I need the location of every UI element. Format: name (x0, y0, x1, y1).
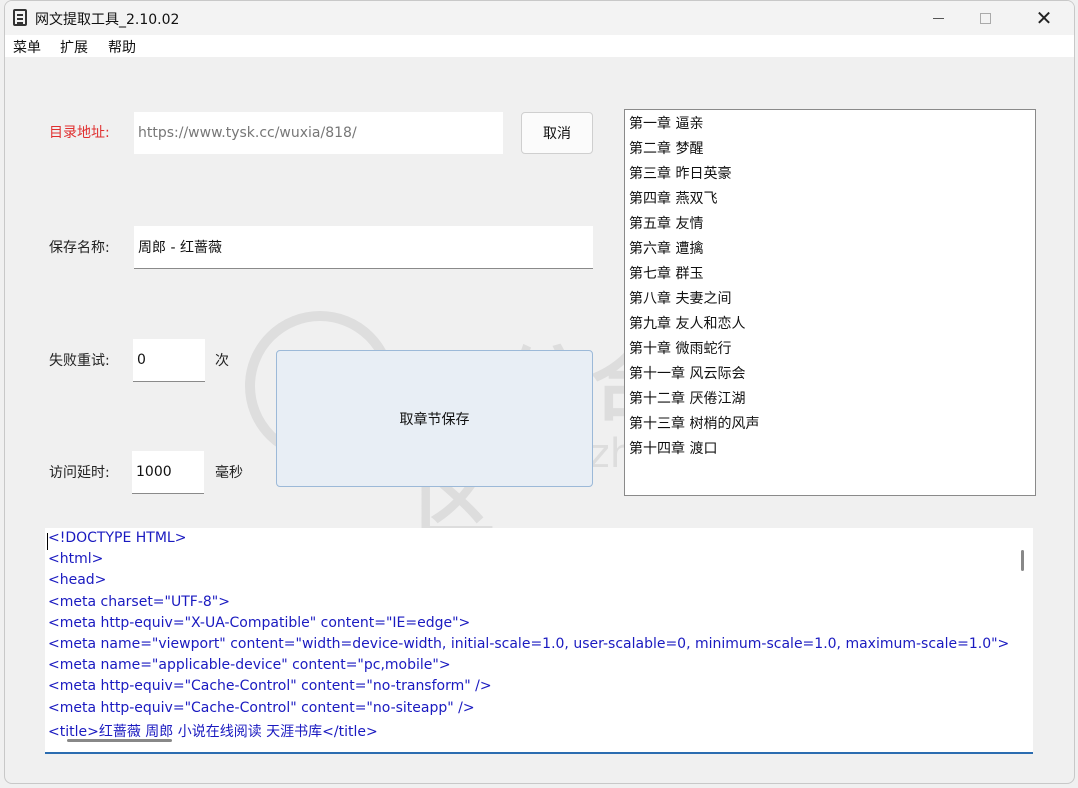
code-line: <title>红蔷薇 周郎 小说在线阅读 天涯书库</title> (48, 723, 378, 740)
maximize-icon (979, 12, 991, 24)
chapter-item[interactable]: 第四章 燕双飞 (625, 187, 1035, 212)
code-line: <meta charset="UTF-8"> (48, 593, 230, 610)
code-line: <!DOCTYPE HTML> (48, 530, 187, 546)
code-line: <meta http-equiv="Cache-Control" content… (48, 699, 475, 716)
chapter-item[interactable]: 第十四章 渡口 (625, 437, 1035, 462)
delay-unit: 毫秒 (215, 465, 243, 481)
title-bar: 网文提取工具_2.10.02 ✕ (5, 1, 1074, 35)
chapter-item[interactable]: 第六章 遭擒 (625, 237, 1035, 262)
horizontal-scrollbar[interactable] (67, 739, 172, 742)
code-line: <meta name="viewport" content="width=dev… (48, 636, 1010, 652)
code-line: <meta http-equiv="X-UA-Compatible" conte… (48, 614, 471, 631)
minimize-button[interactable] (915, 1, 961, 35)
delay-input[interactable]: 1000 (132, 451, 204, 494)
vertical-scrollbar[interactable] (1021, 550, 1024, 571)
app-window: 网文提取工具_2.10.02 ✕ 菜单 扩展 帮助 i3综合社区 www.i3z… (4, 0, 1075, 784)
retry-label: 失败重试: (49, 353, 110, 369)
menu-item-help[interactable]: 帮助 (108, 37, 136, 57)
chapter-item[interactable]: 第十一章 风云际会 (625, 362, 1035, 387)
chapter-item[interactable]: 第三章 昨日英豪 (625, 162, 1035, 187)
code-line: <meta http-equiv="Cache-Control" content… (48, 678, 492, 695)
text-caret (47, 533, 48, 550)
chapter-item[interactable]: 第二章 梦醒 (625, 137, 1035, 162)
app-icon (13, 9, 27, 26)
url-label: 目录地址: (49, 125, 110, 141)
menu-item-menu[interactable]: 菜单 (13, 37, 41, 57)
close-button[interactable]: ✕ (1021, 1, 1067, 35)
chapter-item[interactable]: 第十章 微雨蛇行 (625, 337, 1035, 362)
chapter-item[interactable]: 第五章 友情 (625, 212, 1035, 237)
chapter-list[interactable]: 第一章 逼亲 第二章 梦醒 第三章 昨日英豪 第四章 燕双飞 第五章 友情 第六章 遭擒第… (624, 109, 1036, 496)
code-line: <html> (48, 551, 104, 568)
delay-label: 访问延时: (49, 465, 110, 481)
url-input[interactable]: https://www.tysk.cc/wuxia/818/ (134, 112, 503, 154)
close-icon: ✕ (1035, 6, 1053, 30)
chapter-item[interactable]: 第七章 群玉 (625, 262, 1035, 287)
chapter-item[interactable]: 第一章 逼亲 (625, 112, 1035, 137)
save-name-label: 保存名称: (49, 240, 110, 256)
chapter-item[interactable]: 第八章 夫妻之间 (625, 287, 1035, 312)
menu-item-extend[interactable]: 扩展 (60, 37, 88, 57)
minimize-icon (932, 17, 944, 19)
cancel-button[interactable]: 取消 (521, 112, 593, 154)
retry-unit: 次 (215, 353, 229, 369)
code-line: <meta name="applicable-device" content="… (48, 657, 451, 674)
html-source-view[interactable]: <title>红蔷薇 周郎 小说在线阅读 天涯书库</title> <meta h… (45, 528, 1033, 754)
chapter-item[interactable]: 第十二章 厌倦江湖 (625, 387, 1035, 412)
code-line: <head> (48, 572, 107, 589)
fetch-chapters-button[interactable]: 取章节保存 (276, 350, 593, 487)
chapter-item[interactable]: 第九章 友人和恋人 (625, 312, 1035, 337)
save-name-input[interactable]: 周郎 - 红蔷薇 (134, 226, 593, 269)
chapter-item[interactable]: 第十三章 树梢的风声 (625, 412, 1035, 437)
window-title: 网文提取工具_2.10.02 (35, 12, 180, 28)
retry-input[interactable]: 0 (133, 339, 205, 382)
menu-bar: 菜单 扩展 帮助 (5, 35, 1074, 57)
maximize-button[interactable] (962, 1, 1008, 35)
